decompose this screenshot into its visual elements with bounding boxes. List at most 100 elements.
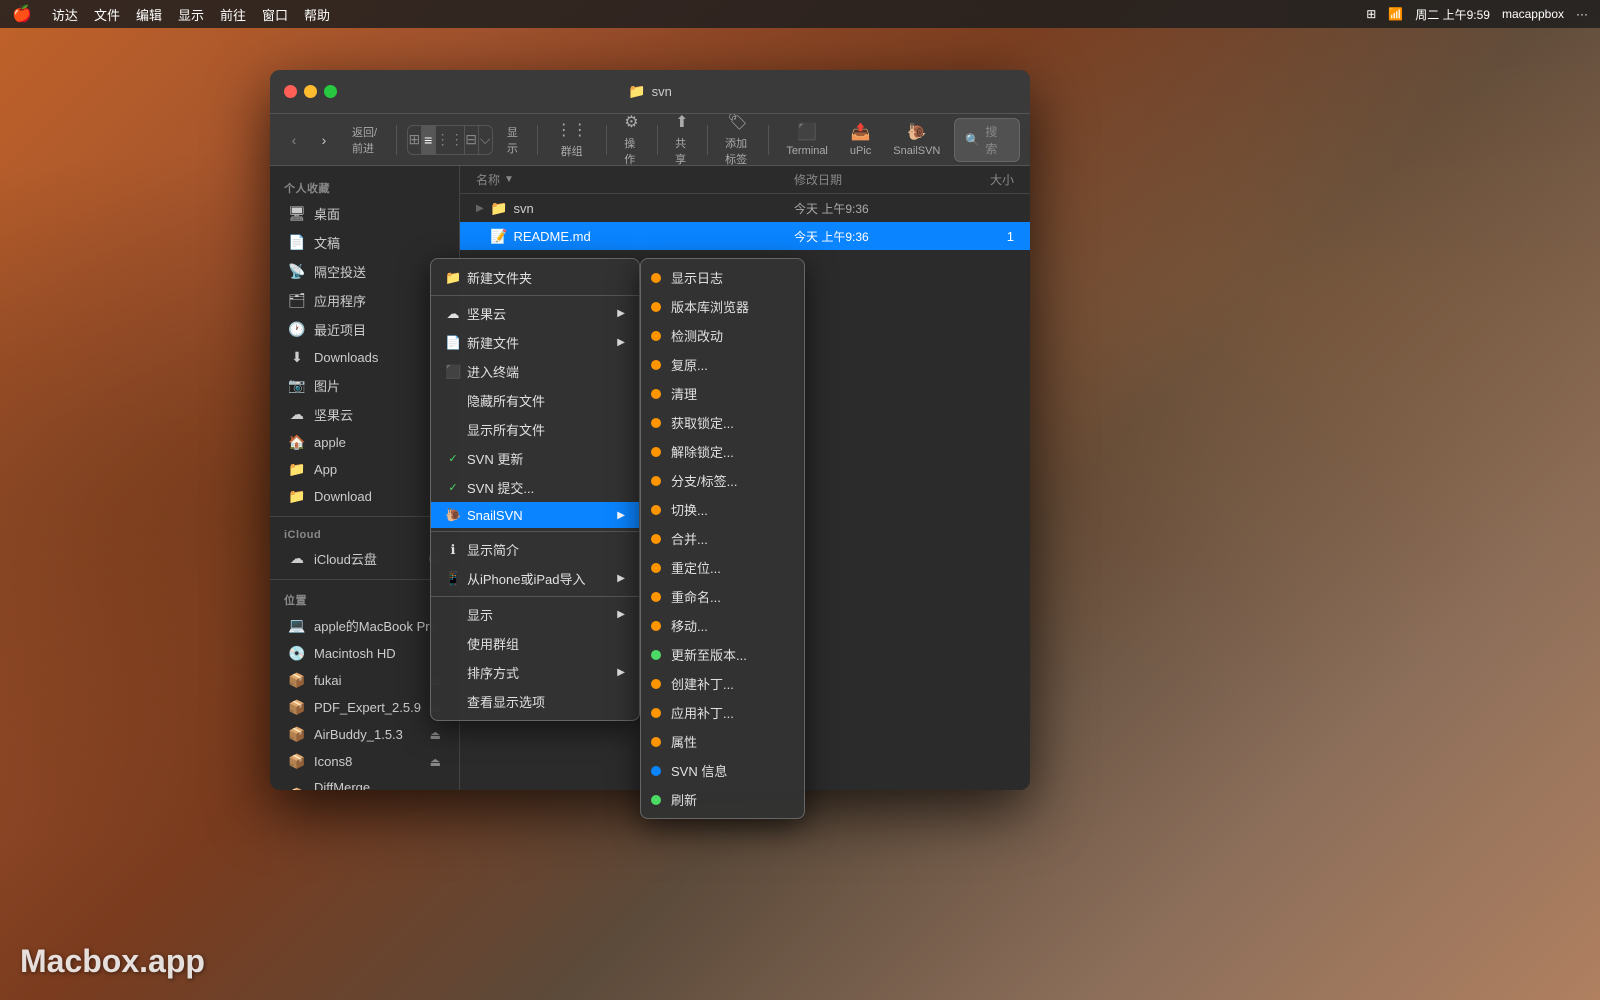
cm-svn-info[interactable]: SVN 信息 [641,756,804,785]
cm-use-group[interactable]: 使用群组 [431,629,639,658]
sidebar-item-diffmerge[interactable]: 📦 DiffMerge 4.2.1.10... ⏏ [274,775,455,790]
apple-menu[interactable]: 🍎 [12,4,32,24]
menubar-control-center-icon[interactable]: ⊞ [1366,7,1376,21]
search-box[interactable]: 🔍 搜索 [954,118,1020,162]
context-menu[interactable]: 📁 新建文件夹 ☁ 坚果云 ▶ 📄 新建文件 ▶ ⬛ 进入终端 隐藏所有文件 显… [430,258,640,721]
snailsvn-submenu[interactable]: 显示日志 版本库浏览器 检测改动 复原... 清理 获取锁定... 解除锁定..… [640,258,805,819]
desktop-icon: 🖥 [288,205,306,222]
cm-svn-commit[interactable]: ✓ SVN 提交... [431,473,639,502]
list-view-btn[interactable]: ≡ [422,126,436,154]
group-btn[interactable]: ⋮⋮ 群组 [548,116,596,163]
expand-arrow[interactable]: ▶ [476,203,490,214]
cm-import[interactable]: 📱 从iPhone或iPad导入 ▶ [431,564,639,593]
cm-refresh[interactable]: 刷新 [641,785,804,814]
cm-branch-tag[interactable]: 分支/标签... [641,466,804,495]
menubar-dots[interactable]: ··· [1576,7,1588,21]
sidebar-item-jianguoyun-label: 坚果云 [314,405,353,424]
sidebar-item-jianguoyun[interactable]: ☁ 坚果云 [274,400,455,429]
cm-sort-by[interactable]: 排序方式 ▶ [431,658,639,687]
sidebar-item-airdrop[interactable]: 📡 隔空投送 [274,257,455,286]
back-button[interactable]: ‹ [280,126,308,154]
sidebar-item-diffmerge-label: DiffMerge 4.2.1.10... [314,780,422,790]
diffmerge-eject[interactable]: ⏏ [430,788,441,790]
icons8-eject[interactable]: ⏏ [430,755,441,769]
share-btn[interactable]: ⬆ 共享 [667,108,696,171]
menubar-file[interactable]: 文件 [94,5,120,24]
cm-revert[interactable]: 复原... [641,350,804,379]
menubar-window[interactable]: 窗口 [262,5,288,24]
cm-release-lock[interactable]: 解除锁定... [641,437,804,466]
cm-terminal[interactable]: ⬛ 进入终端 [431,357,639,386]
sidebar-item-macbook[interactable]: 💻 apple的MacBook Pro [274,611,455,640]
view-options-btn[interactable]: ⌵ [479,126,492,154]
cm-svn-update[interactable]: ✓ SVN 更新 [431,444,639,473]
cm-merge[interactable]: 合并... [641,524,804,553]
cm-switch[interactable]: 切换... [641,495,804,524]
cm-get-info[interactable]: ℹ 显示简介 [431,535,639,564]
cm-rename[interactable]: 重命名... [641,582,804,611]
cm-update-to-version[interactable]: 更新至版本... [641,640,804,669]
upic-btn[interactable]: 📤 uPic [842,118,879,161]
cm-show-log[interactable]: 显示日志 [641,263,804,292]
cm-repo-browser[interactable]: 版本库浏览器 [641,292,804,321]
sidebar-item-applications[interactable]: 🗂 应用程序 [274,286,455,315]
cm-show-all[interactable]: 显示所有文件 [431,415,639,444]
sidebar-item-pictures[interactable]: 📷 图片 [274,371,455,400]
tag-btn[interactable]: 🏷 添加标签 [717,108,758,171]
cm-jianguoyun[interactable]: ☁ 坚果云 ▶ [431,299,639,328]
sidebar-item-desktop[interactable]: 🖥 桌面 [274,199,455,228]
airbuddy-eject[interactable]: ⏏ [430,728,441,742]
cm-check-changes[interactable]: 检测改动 [641,321,804,350]
menubar-display[interactable]: 显示 [178,5,204,24]
cm-get-lock[interactable]: 获取锁定... [641,408,804,437]
cm-new-file[interactable]: 📄 新建文件 ▶ [431,328,639,357]
menubar-edit[interactable]: 编辑 [136,5,162,24]
sidebar-item-apple-label: apple [314,435,346,450]
sidebar-item-icons8[interactable]: 📦 Icons8 ⏏ [274,748,455,775]
cm-display[interactable]: 显示 ▶ [431,600,639,629]
forward-button[interactable]: › [310,126,338,154]
cm-new-folder-label: 新建文件夹 [467,268,532,287]
snailsvn-btn[interactable]: 🐌 SnailSVN [885,118,948,161]
menubar-go[interactable]: 前往 [220,5,246,24]
toolbar-divider-4 [657,125,658,155]
close-button[interactable] [284,85,297,98]
cm-apply-patch[interactable]: 应用补丁... [641,698,804,727]
col-name-header[interactable]: 名称 ▼ [476,171,794,188]
table-row[interactable]: ▶ 📝 README.md 今天 上午9:36 1 [460,222,1030,250]
share-label: 共享 [675,135,688,167]
col-size-header[interactable]: 大小 [954,171,1014,188]
cm-view-options[interactable]: 查看显示选项 [431,687,639,716]
sidebar-item-macintosh[interactable]: 💿 Macintosh HD [274,640,455,667]
icon-view-btn[interactable]: ⊞ [408,126,422,154]
sidebar-item-app[interactable]: 📁 App [274,456,455,483]
cm-move[interactable]: 移动... [641,611,804,640]
cm-cleanup[interactable]: 清理 [641,379,804,408]
cm-properties[interactable]: 属性 [641,727,804,756]
sidebar-item-airbuddy[interactable]: 📦 AirBuddy_1.5.3 ⏏ [274,721,455,748]
sidebar-item-download[interactable]: 📁 Download [274,483,455,510]
menubar-wifi-icon[interactable]: 📶 [1388,7,1403,21]
sidebar-item-documents[interactable]: 📄 文稿 [274,228,455,257]
sidebar-item-icloud[interactable]: ☁ iCloud云盘 [274,544,455,573]
table-row[interactable]: ▶ 📁 svn 今天 上午9:36 [460,194,1030,222]
column-view-btn[interactable]: ⋮⋮ [436,126,465,154]
terminal-btn[interactable]: ⬛ Terminal [778,118,836,161]
col-date-header[interactable]: 修改日期 [794,171,954,188]
sidebar-item-recents[interactable]: 🕐 最近项目 [274,315,455,344]
minimize-button[interactable] [304,85,317,98]
sidebar-item-fukai[interactable]: 📦 fukai ⏏ [274,667,455,694]
cm-snailsvn[interactable]: 🐌 SnailSVN ▶ [431,502,639,528]
sidebar-item-pdf[interactable]: 📦 PDF_Expert_2.5.9 ⏏ [274,694,455,721]
gallery-view-btn[interactable]: ⊟ [465,126,479,154]
cm-new-folder[interactable]: 📁 新建文件夹 [431,263,639,292]
maximize-button[interactable] [324,85,337,98]
sidebar-item-apple[interactable]: 🏠 apple [274,429,455,456]
menubar-finder[interactable]: 访达 [52,5,78,24]
menubar-help[interactable]: 帮助 [304,5,330,24]
cm-hide-all[interactable]: 隐藏所有文件 [431,386,639,415]
cm-create-patch[interactable]: 创建补丁... [641,669,804,698]
action-btn[interactable]: ⚙ 操作 [616,108,646,171]
cm-relocate[interactable]: 重定位... [641,553,804,582]
sidebar-item-downloads[interactable]: ⬇ Downloads [274,344,455,371]
